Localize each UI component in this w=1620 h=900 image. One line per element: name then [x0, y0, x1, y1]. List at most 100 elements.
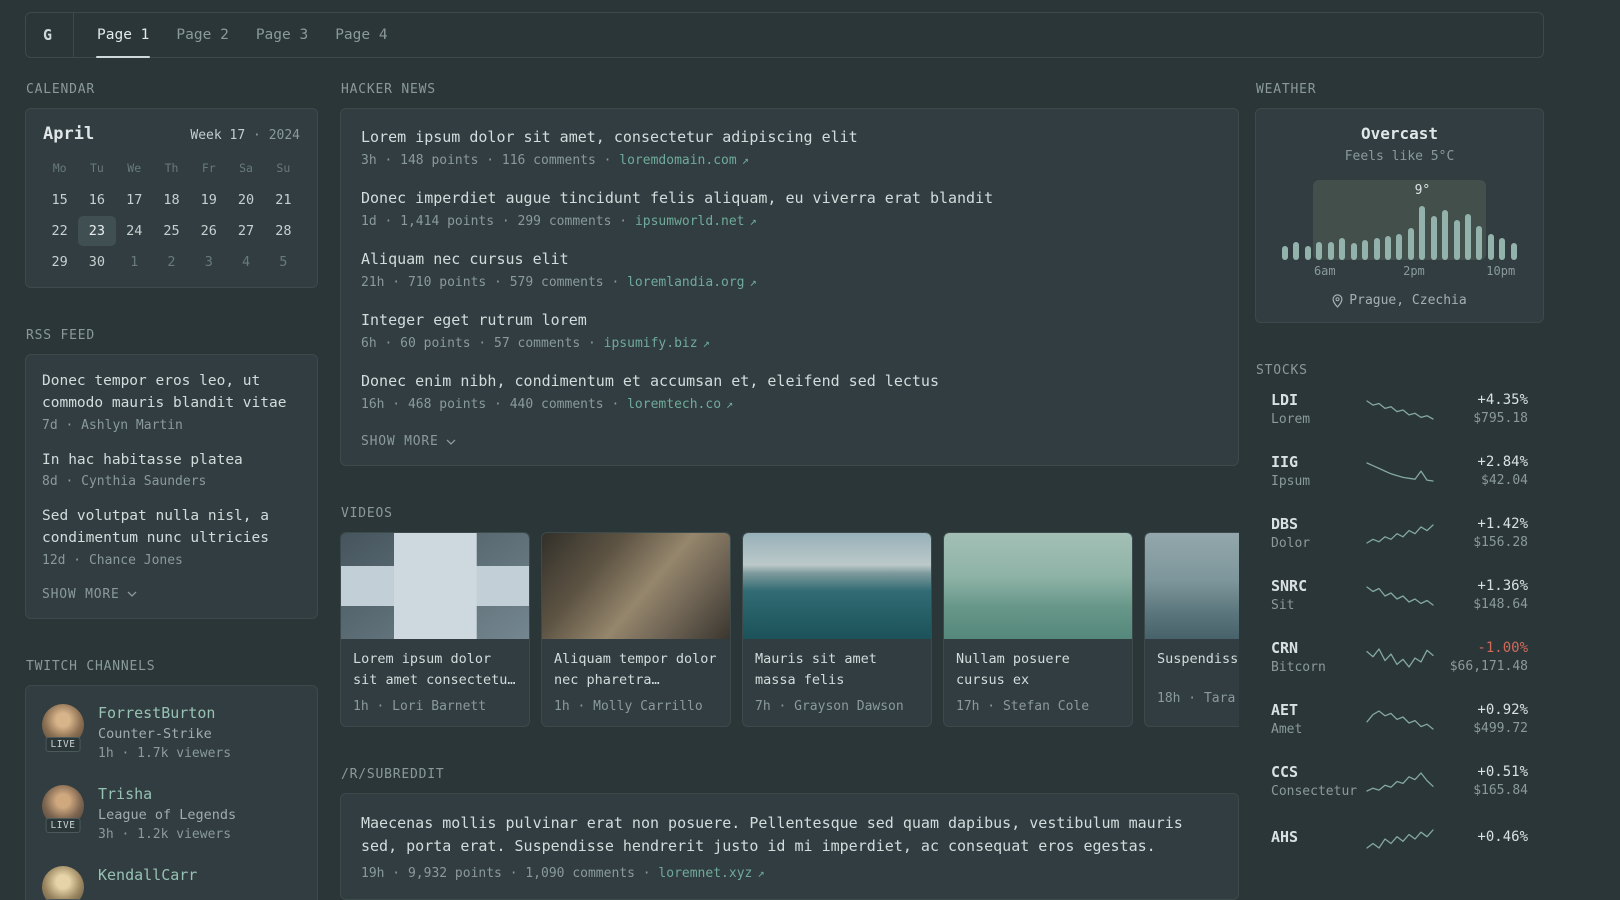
- twitch-channel-name[interactable]: KendallCarr: [98, 866, 197, 884]
- weather-chart: 9°: [1279, 180, 1520, 260]
- hn-item-domain-link[interactable]: loremlandia.org ↗: [627, 275, 757, 290]
- subreddit-post-text[interactable]: Maecenas mollis pulvinar erat non posuer…: [361, 814, 1183, 855]
- rss-item-meta: 8d · Cynthia Saunders: [42, 474, 207, 490]
- weather-feels-like: Feels like 5°C: [1344, 149, 1455, 164]
- hn-show-more-button[interactable]: SHOW MORE: [361, 432, 456, 449]
- weather-bar: [1316, 242, 1323, 260]
- calendar-day: 2: [167, 254, 176, 270]
- hn-item-title[interactable]: Aliquam nec cursus elit: [361, 249, 1218, 270]
- hn-item-title[interactable]: Lorem ipsum dolor sit amet, consectetur …: [361, 127, 1218, 148]
- weather-bar: [1362, 240, 1369, 260]
- weather-bars: [1279, 180, 1520, 260]
- stock-price: $42.04: [1481, 473, 1528, 488]
- stock-symbol: LDI: [1271, 391, 1299, 409]
- section-title-rss: RSS FEED: [26, 328, 96, 343]
- hn-item-domain-link[interactable]: loremdomain.com ↗: [619, 153, 749, 168]
- weather-bar: [1487, 234, 1494, 260]
- stock-row: CCS Consectetur +0.51% $165.84: [1271, 763, 1528, 799]
- section-title-calendar: CALENDAR: [26, 82, 96, 97]
- weather-bar: [1499, 238, 1506, 260]
- rss-show-more-button[interactable]: SHOW MORE: [42, 585, 137, 602]
- hn-item-domain: ipsumify.biz: [603, 336, 698, 351]
- video-thumbnail: [944, 533, 1132, 639]
- stock-row: AET Amet +0.92% $499.72: [1271, 701, 1528, 737]
- calendar-day-header: Th: [164, 161, 179, 175]
- show-more-label: SHOW MORE: [42, 586, 120, 602]
- weather-temp-label: 9°: [1414, 183, 1431, 198]
- twitch-channel-row[interactable]: LIVE KendallCarr: [42, 865, 301, 900]
- stock-id: CRN Bitcorn: [1271, 639, 1357, 675]
- hn-item-title[interactable]: Donec enim nibh, condimentum et accumsan…: [361, 371, 1218, 392]
- hn-item-domain-link[interactable]: loremtech.co ↗: [627, 397, 733, 412]
- calendar-day-header: Tu: [89, 161, 104, 175]
- external-link-icon: ↗: [749, 275, 757, 289]
- hn-item-domain: loremtech.co: [627, 397, 722, 412]
- tab-page-4[interactable]: Page 4: [334, 13, 388, 57]
- hn-item-domain-link[interactable]: ipsumify.biz ↗: [604, 336, 710, 351]
- stock-sparkline: [1366, 400, 1434, 420]
- weather-bar: [1373, 238, 1380, 260]
- video-card[interactable]: Aliquam tempor dolor nec pharetra… 1h · …: [541, 532, 731, 727]
- subreddit-domain: loremnet.xyz: [658, 866, 753, 882]
- calendar-day-header: Fr: [201, 161, 216, 175]
- tab-page-2[interactable]: Page 2: [175, 13, 229, 57]
- calendar-day: 16: [88, 192, 106, 208]
- twitch-channel-name[interactable]: ForrestBurton: [98, 704, 231, 722]
- rss-item-title[interactable]: Donec tempor eros leo, ut commodo mauris…: [42, 371, 301, 415]
- subreddit-domain-link[interactable]: loremnet.xyz ↗: [658, 866, 764, 881]
- twitch-channel-name[interactable]: Trisha: [98, 785, 236, 803]
- hn-item: Donec imperdiet augue tincidunt felis al…: [361, 188, 1218, 229]
- stock-symbol: AET: [1271, 701, 1299, 719]
- stock-name: Lorem: [1271, 412, 1311, 427]
- hn-item-title[interactable]: Integer eget rutrum lorem: [361, 310, 1218, 331]
- video-meta: 17h · Stefan Cole: [956, 698, 1090, 714]
- weather-bar: [1407, 228, 1414, 260]
- stock-name: Sit: [1271, 598, 1295, 613]
- tab-page-1[interactable]: Page 1: [96, 13, 151, 58]
- external-link-icon: ↗: [726, 397, 734, 411]
- rss-widget: RSS FEED Donec tempor eros leo, ut commo…: [25, 328, 318, 619]
- twitch-avatar: LIVE: [42, 703, 84, 752]
- hn-item-meta: 1d · 1,414 points · 299 comments · ipsum…: [361, 214, 1218, 229]
- stock-values: +0.92% $499.72: [1443, 702, 1528, 736]
- weather-bar: [1465, 214, 1471, 260]
- twitch-channel-row[interactable]: LIVE ForrestBurton Counter-Strike 1h · 1…: [42, 703, 301, 761]
- hn-item-domain-link[interactable]: ipsumworld.net ↗: [635, 214, 757, 229]
- stock-values: +4.35% $795.18: [1443, 392, 1528, 426]
- twitch-channel-row[interactable]: LIVE Trisha League of Legends 3h · 1.2k …: [42, 784, 301, 842]
- stock-price: $499.72: [1473, 721, 1528, 736]
- stock-symbol: AHS: [1271, 827, 1299, 846]
- stock-values: +0.51% $165.84: [1443, 764, 1528, 798]
- calendar-day: 17: [126, 192, 143, 208]
- hn-item-meta-text: 3h · 148 points · 116 comments ·: [361, 153, 620, 168]
- calendar-day: 25: [163, 223, 180, 239]
- video-card[interactable]: Mauris sit amet massa felis 7h · Grayson…: [742, 532, 932, 727]
- hn-item-title[interactable]: Donec imperdiet augue tincidunt felis al…: [361, 188, 1218, 209]
- rss-item-title[interactable]: In hac habitasse platea: [42, 450, 301, 472]
- calendar-day: 19: [200, 192, 217, 208]
- weather-location-row: Prague, Czechia: [1271, 293, 1528, 308]
- external-link-icon: ↗: [749, 214, 757, 228]
- video-card[interactable]: Nullam posuere cursus ex 17h · Stefan Co…: [943, 532, 1133, 727]
- weather-bar: [1396, 234, 1403, 260]
- video-card[interactable]: Lorem ipsum dolor sit amet consectetu… 1…: [340, 532, 530, 727]
- rss-item-meta: 7d · Ashlyn Martin: [42, 417, 183, 433]
- live-badge: LIVE: [45, 817, 81, 833]
- videos-row: Lorem ipsum dolor sit amet consectetu… 1…: [340, 532, 1239, 727]
- calendar-week-label: Week 17: [190, 128, 246, 143]
- calendar-day-header: Mo: [52, 161, 67, 175]
- rss-item-title[interactable]: Sed volutpat nulla nisl, a condimentum n…: [42, 506, 301, 550]
- tab-page-3[interactable]: Page 3: [255, 13, 309, 57]
- video-meta: 18h · Tara: [1157, 691, 1236, 706]
- stock-values: +0.46%: [1443, 829, 1528, 848]
- app-logo[interactable]: G: [26, 13, 75, 57]
- hn-item-domain: ipsumworld.net: [634, 214, 745, 229]
- stock-price: $156.28: [1473, 535, 1528, 550]
- video-card[interactable]: Suspendisse diam 18h · Tara: [1144, 532, 1239, 727]
- weather-time-label: 2pm: [1403, 264, 1425, 278]
- section-title-stocks: STOCKS: [1256, 363, 1308, 378]
- hn-item: Aliquam nec cursus elit 21h · 710 points…: [361, 249, 1218, 290]
- stock-symbol: CRN: [1271, 639, 1299, 657]
- stock-sparkline: [1366, 829, 1434, 849]
- hn-item: Lorem ipsum dolor sit amet, consectetur …: [361, 127, 1218, 168]
